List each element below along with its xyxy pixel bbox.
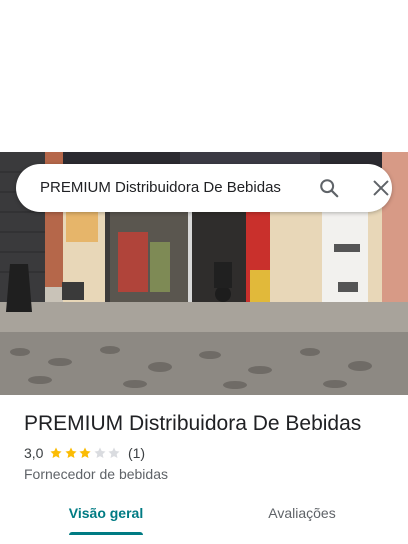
star-filled-icon <box>79 447 92 458</box>
active-tab-indicator <box>69 532 143 535</box>
search-icon[interactable] <box>318 177 340 199</box>
star-empty-icon <box>108 447 121 458</box>
place-title: PREMIUM Distribuidora De Bebidas <box>24 412 362 435</box>
star-filled-icon <box>50 447 63 458</box>
search-query[interactable]: PREMIUM Distribuidora De Bebidas <box>40 164 281 212</box>
review-count[interactable]: (1) <box>128 445 145 461</box>
star-filled-icon <box>65 447 77 458</box>
place-tabs: Visão geral Avaliações <box>0 492 408 544</box>
place-category[interactable]: Fornecedor de bebidas <box>24 465 168 483</box>
star-empty-icon <box>94 447 106 458</box>
rating-stars <box>49 446 122 460</box>
rating-value: 3,0 <box>24 445 44 461</box>
tab-overview[interactable]: Visão geral <box>36 492 176 536</box>
search-bar[interactable]: PREMIUM Distribuidora De Bebidas <box>16 164 392 212</box>
tab-reviews[interactable]: Avaliações <box>232 492 372 536</box>
rating-row[interactable]: 3,0 (1) <box>24 444 145 462</box>
close-icon[interactable] <box>370 177 392 199</box>
